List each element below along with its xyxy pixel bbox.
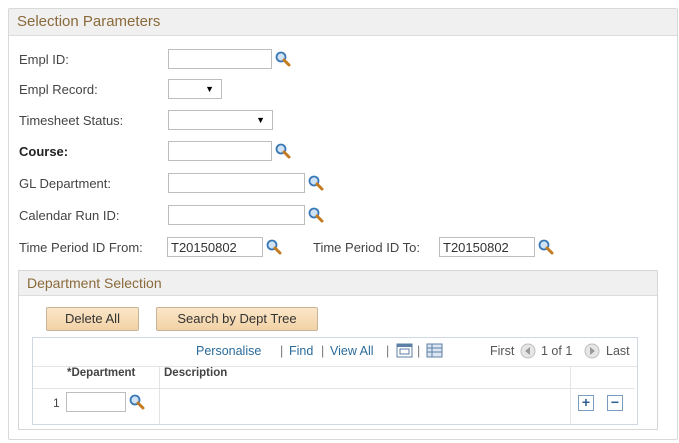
last-label[interactable]: Last bbox=[606, 344, 630, 358]
column-header-description: Description bbox=[164, 367, 228, 379]
grid-navigation-bar: Personalise | Find | View All | | First … bbox=[33, 338, 637, 367]
time-period-to-input[interactable] bbox=[439, 237, 535, 257]
first-label[interactable]: First bbox=[490, 344, 514, 358]
dropdown-arrow-icon: ▼ bbox=[256, 115, 265, 125]
nav-separator: | bbox=[321, 344, 325, 358]
nav-separator: | bbox=[417, 344, 421, 358]
timesheet-status-select[interactable]: ▼ bbox=[168, 110, 273, 130]
department-selection-title: Department Selection bbox=[19, 271, 657, 296]
download-grid-icon[interactable] bbox=[426, 343, 443, 358]
table-row: 1 + − bbox=[33, 388, 635, 417]
calendar-run-id-input[interactable] bbox=[168, 205, 305, 225]
empl-record-label: Empl Record: bbox=[19, 82, 98, 97]
magnifier-icon[interactable] bbox=[265, 238, 283, 256]
gl-department-input[interactable] bbox=[168, 173, 305, 193]
magnifier-icon[interactable] bbox=[537, 238, 555, 256]
department-selection-panel: Department Selection Delete All Search b… bbox=[18, 270, 658, 430]
first-arrow-icon[interactable] bbox=[520, 343, 536, 359]
department-input[interactable] bbox=[66, 392, 126, 412]
magnifier-icon[interactable] bbox=[274, 50, 292, 68]
timesheet-status-label: Timesheet Status: bbox=[19, 113, 124, 128]
delete-all-button[interactable]: Delete All bbox=[46, 307, 139, 331]
time-period-to-label: Time Period ID To: bbox=[313, 240, 420, 255]
time-period-from-input[interactable] bbox=[167, 237, 263, 257]
gl-department-label: GL Department: bbox=[19, 176, 112, 191]
view-all-link[interactable]: View All bbox=[330, 344, 374, 358]
dropdown-arrow-icon: ▼ bbox=[205, 84, 214, 94]
zoom-grid-icon[interactable] bbox=[396, 343, 413, 358]
last-arrow-icon[interactable] bbox=[584, 343, 600, 359]
empl-id-input[interactable] bbox=[168, 49, 272, 69]
add-row-icon[interactable]: + bbox=[578, 395, 594, 411]
row-count: 1 of 1 bbox=[541, 344, 573, 358]
nav-separator: | bbox=[280, 344, 284, 358]
nav-separator: | bbox=[386, 344, 390, 358]
row-number: 1 bbox=[53, 396, 60, 410]
find-link[interactable]: Find bbox=[289, 344, 313, 358]
magnifier-icon[interactable] bbox=[307, 206, 325, 224]
empl-record-select[interactable]: ▼ bbox=[168, 79, 222, 99]
personalise-link[interactable]: Personalise bbox=[196, 344, 261, 358]
empl-id-label: Empl ID: bbox=[19, 52, 69, 67]
department-grid: Personalise | Find | View All | | First … bbox=[32, 337, 638, 425]
course-label: Course: bbox=[19, 144, 69, 159]
magnifier-icon[interactable] bbox=[307, 174, 325, 192]
panel-title: Selection Parameters bbox=[9, 9, 677, 36]
column-header-department: *Department bbox=[67, 367, 136, 379]
magnifier-icon[interactable] bbox=[128, 393, 146, 411]
magnifier-icon[interactable] bbox=[274, 142, 292, 160]
calendar-run-id-label: Calendar Run ID: bbox=[19, 208, 120, 223]
search-by-dept-tree-button[interactable]: Search by Dept Tree bbox=[156, 307, 318, 331]
time-period-from-label: Time Period ID From: bbox=[19, 240, 143, 255]
delete-row-icon[interactable]: − bbox=[607, 395, 623, 411]
course-input[interactable] bbox=[168, 141, 272, 161]
